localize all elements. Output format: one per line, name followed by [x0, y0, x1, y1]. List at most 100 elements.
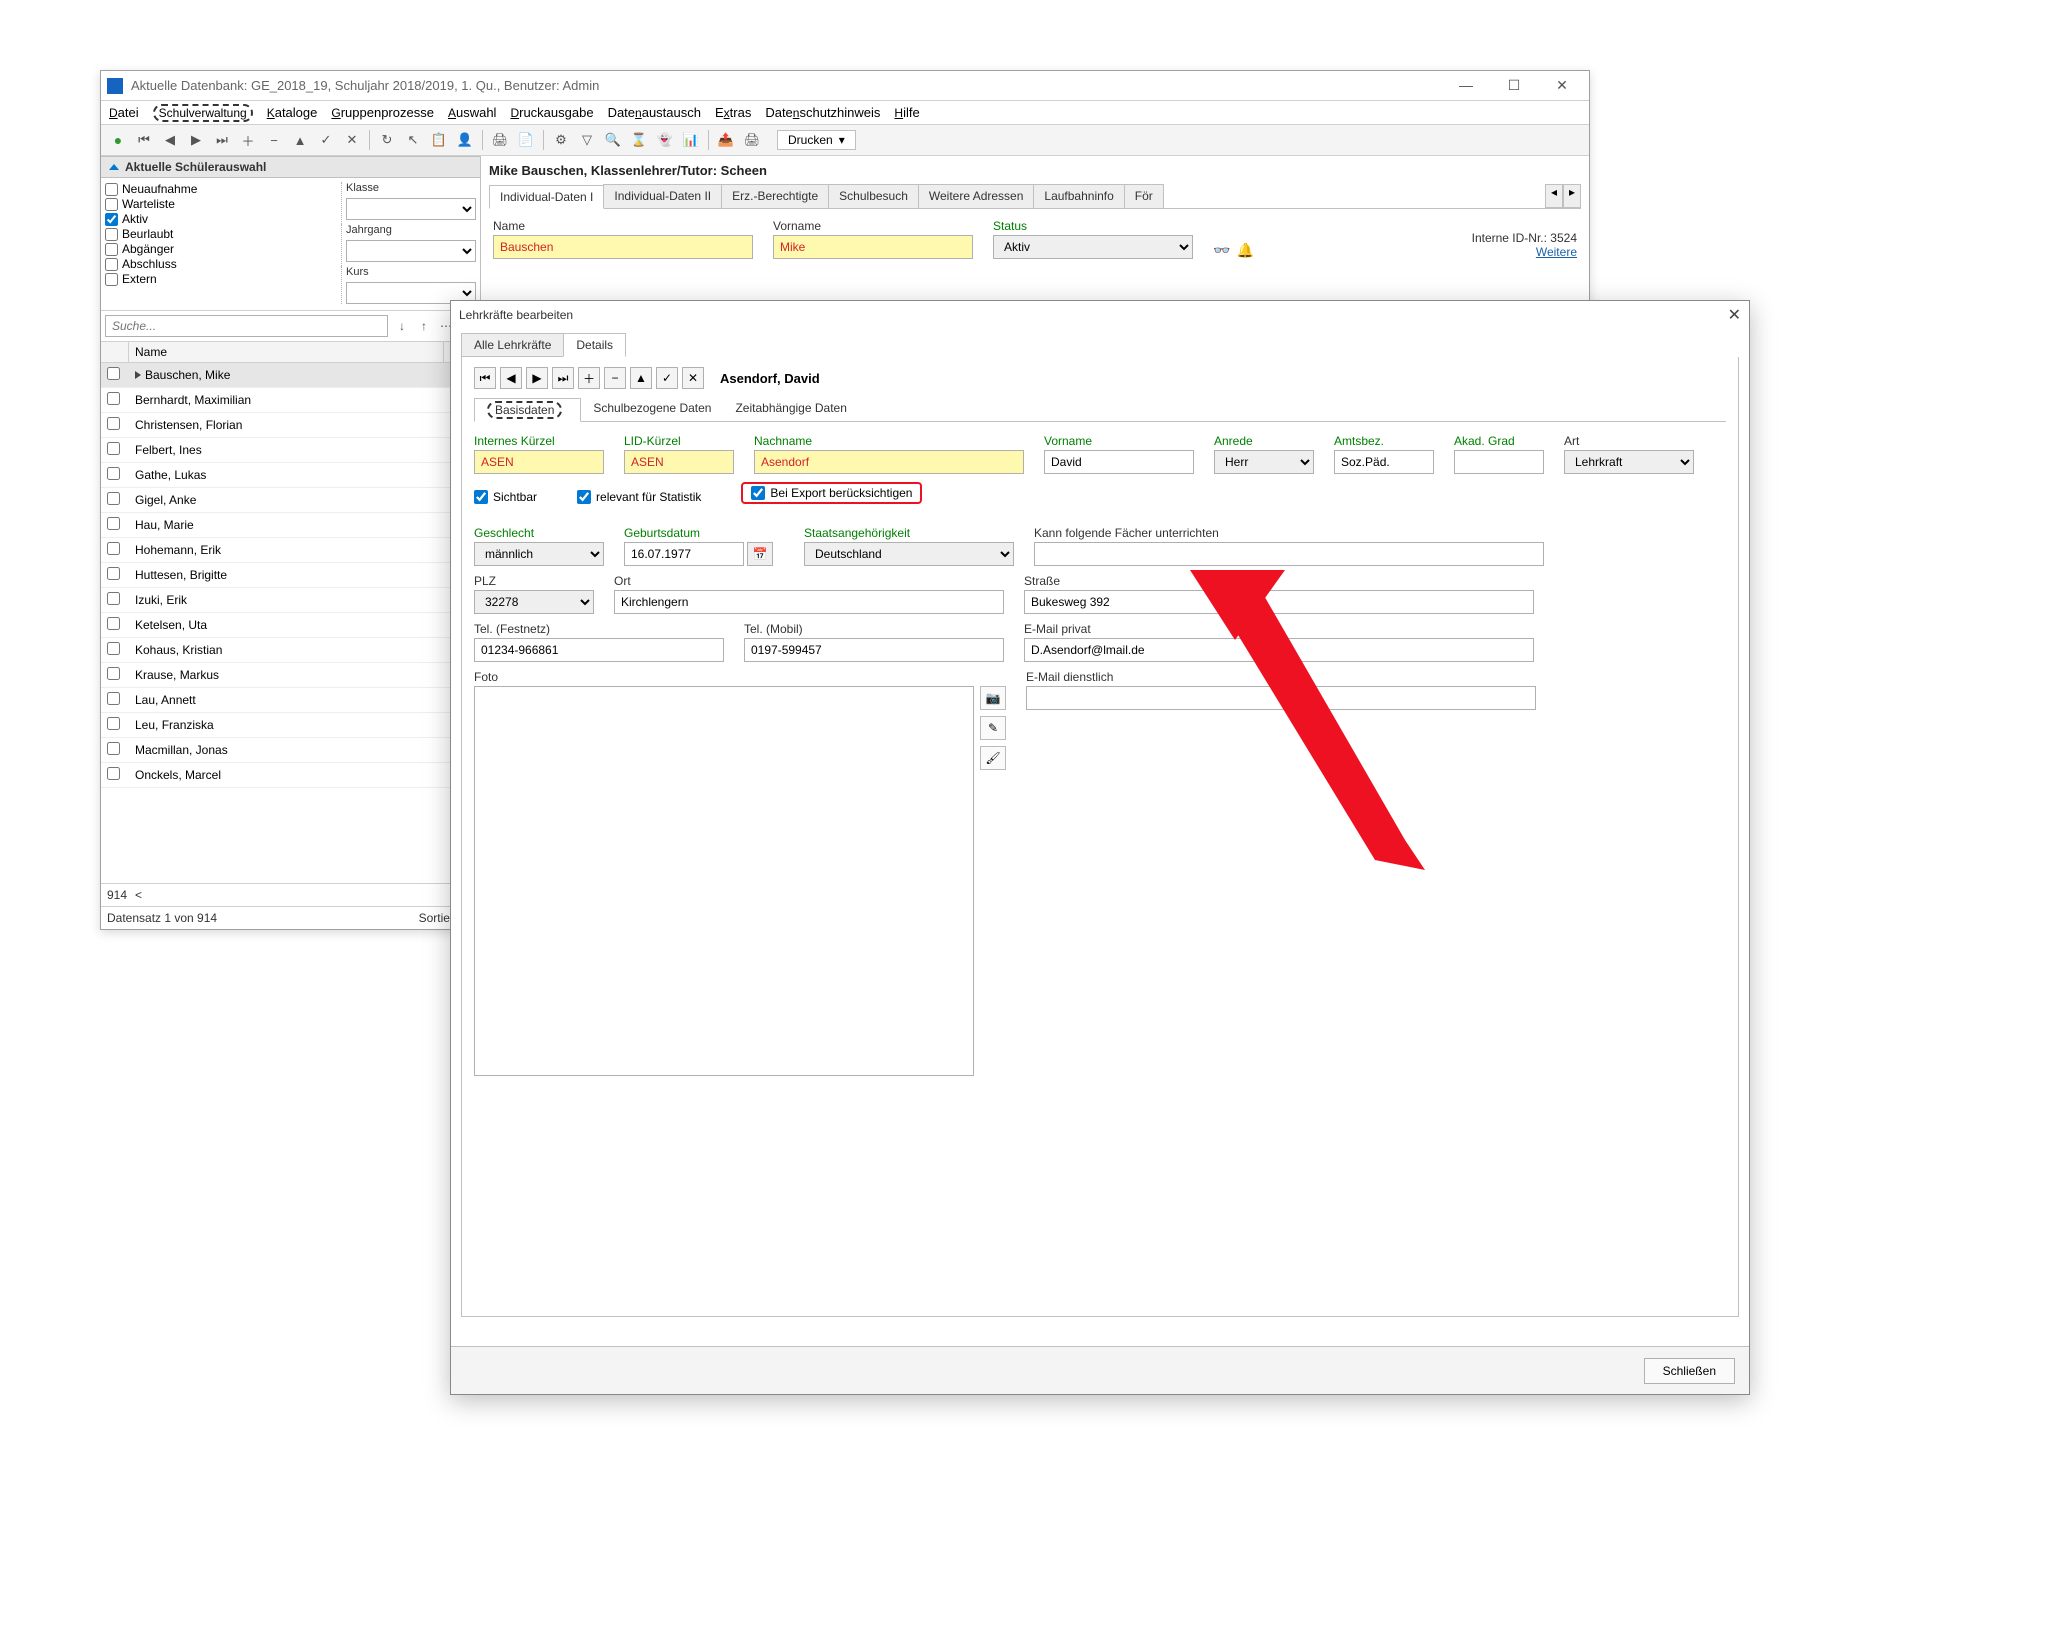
tab-schulbesuch[interactable]: Schulbesuch — [828, 184, 919, 208]
rec-next-icon[interactable]: ▶ — [526, 367, 548, 389]
tab-erzberechtigte[interactable]: Erz.-Berechtigte — [721, 184, 829, 208]
nav-first-icon[interactable]: ⏮ — [133, 129, 155, 151]
tool6-icon[interactable]: 📊 — [680, 129, 702, 151]
student-row[interactable]: Bernhardt, Maximilian1 — [101, 388, 480, 413]
student-row[interactable]: Hau, Marie1 — [101, 513, 480, 538]
find-icon[interactable]: 🔍 — [602, 129, 624, 151]
menu-datenaustausch[interactable]: Datenaustausch — [608, 105, 701, 120]
tab-individual-1[interactable]: Individual-Daten I — [489, 185, 604, 209]
filter-beurlaubt[interactable]: Beurlaubt — [105, 227, 341, 241]
input-nachname[interactable] — [754, 450, 1024, 474]
row-checkbox[interactable] — [107, 467, 120, 480]
row-checkbox[interactable] — [107, 767, 120, 780]
row-checkbox[interactable] — [107, 492, 120, 505]
menu-gruppenprozesse[interactable]: Gruppenprozesse — [331, 105, 434, 120]
select-staat[interactable]: Deutschland — [804, 542, 1014, 566]
select-plz[interactable]: 32278 — [474, 590, 594, 614]
close-button[interactable]: ✕ — [1547, 77, 1577, 94]
maximize-button[interactable]: ☐ — [1499, 77, 1529, 94]
rec-check-icon[interactable]: ✓ — [656, 367, 678, 389]
row-checkbox[interactable] — [107, 517, 120, 530]
row-checkbox[interactable] — [107, 642, 120, 655]
row-checkbox[interactable] — [107, 717, 120, 730]
menu-datenschutz[interactable]: Datenschutzhinweis — [765, 105, 880, 120]
input-geburt[interactable] — [624, 542, 744, 566]
nav-last-icon[interactable]: ⏭ — [211, 129, 233, 151]
student-row[interactable]: Ketelsen, Uta1 — [101, 613, 480, 638]
rec-last-icon[interactable]: ⏭ — [552, 367, 574, 389]
filter-extern[interactable]: Extern — [105, 272, 341, 286]
tool8-icon[interactable]: 🖨 — [741, 129, 763, 151]
foto-camera-icon[interactable]: 📷 — [980, 686, 1006, 710]
foto-brush-icon[interactable]: 🖌 — [980, 746, 1006, 770]
rec-plus-icon[interactable]: ＋ — [578, 367, 600, 389]
plus-icon[interactable]: ＋ — [237, 129, 259, 151]
select-art[interactable]: Lehrkraft — [1564, 450, 1694, 474]
row-checkbox[interactable] — [107, 392, 120, 405]
student-row[interactable]: Huttesen, Brigitte1 — [101, 563, 480, 588]
nav-prev-icon[interactable]: ◀ — [159, 129, 181, 151]
col-name-header[interactable]: Name — [129, 342, 444, 362]
input-faecher[interactable] — [1034, 542, 1544, 566]
filter-aktiv[interactable]: Aktiv — [105, 212, 341, 226]
row-checkbox[interactable] — [107, 442, 120, 455]
input-lid[interactable] — [624, 450, 734, 474]
select-geschlecht[interactable]: männlich — [474, 542, 604, 566]
sort-down-icon[interactable]: ↓ — [394, 318, 410, 334]
minimize-button[interactable]: — — [1451, 77, 1481, 94]
student-row[interactable]: Onckels, Marcel1 — [101, 763, 480, 788]
tool1-icon[interactable]: ⚙ — [550, 129, 572, 151]
cb-statistik[interactable]: relevant für Statistik — [577, 490, 701, 504]
name-input[interactable] — [493, 235, 753, 259]
input-email-dienstlich[interactable] — [1026, 686, 1536, 710]
glasses-icon[interactable]: 👓 — [1213, 242, 1230, 259]
student-row[interactable]: Felbert, Ines1 — [101, 438, 480, 463]
tab-details[interactable]: Details — [563, 333, 626, 357]
foto-edit-icon[interactable]: ✎ — [980, 716, 1006, 740]
select-anrede[interactable]: Herr — [1214, 450, 1314, 474]
menu-hilfe[interactable]: Hilfe — [894, 105, 919, 120]
print2-icon[interactable]: 📄 — [515, 129, 537, 151]
row-checkbox[interactable] — [107, 417, 120, 430]
rec-up-icon[interactable]: ▲ — [630, 367, 652, 389]
collapse-arrow-icon[interactable] — [109, 164, 119, 170]
calendar-icon[interactable]: 📅 — [747, 542, 773, 566]
vorname-input[interactable] — [773, 235, 973, 259]
row-checkbox[interactable] — [107, 592, 120, 605]
student-row[interactable]: Hohemann, Erik1 — [101, 538, 480, 563]
bell-icon[interactable]: 🔔 — [1236, 242, 1253, 259]
rec-cancel-icon[interactable]: ✕ — [682, 367, 704, 389]
input-kuerzel[interactable] — [474, 450, 604, 474]
close-button[interactable]: Schließen — [1644, 1358, 1735, 1384]
filter-warteliste[interactable]: Warteliste — [105, 197, 341, 211]
rec-first-icon[interactable]: ⏮ — [474, 367, 496, 389]
student-row[interactable]: Gigel, Anke1 — [101, 488, 480, 513]
input-email-privat[interactable] — [1024, 638, 1534, 662]
check-icon[interactable]: ✓ — [315, 129, 337, 151]
row-checkbox[interactable] — [107, 742, 120, 755]
tool5-icon[interactable]: 👻 — [654, 129, 676, 151]
print-icon[interactable]: 🖨 — [489, 129, 511, 151]
klasse-select[interactable] — [346, 198, 476, 220]
student-row[interactable]: Krause, Markus1 — [101, 663, 480, 688]
tool7-icon[interactable]: 📤 — [715, 129, 737, 151]
subtab-basisdaten[interactable]: Basisdaten — [474, 398, 581, 422]
rec-prev-icon[interactable]: ◀ — [500, 367, 522, 389]
student-row[interactable]: Macmillan, Jonas1 — [101, 738, 480, 763]
tab-scroll-right-icon[interactable]: ▸ — [1563, 184, 1581, 208]
filter-neuaufnahme[interactable]: Neuaufnahme — [105, 182, 341, 196]
menu-datei[interactable]: Datei — [109, 105, 139, 120]
input-amtsbez[interactable] — [1334, 450, 1434, 474]
student-row[interactable]: Christensen, Florian1 — [101, 413, 480, 438]
menu-extras[interactable]: Extras — [715, 105, 751, 120]
input-strasse[interactable] — [1024, 590, 1534, 614]
status-select-main[interactable]: Aktiv — [993, 235, 1193, 259]
tab-foer[interactable]: För — [1124, 184, 1164, 208]
input-grad[interactable] — [1454, 450, 1544, 474]
subtab-zeitabhaengige[interactable]: Zeitabhängige Daten — [723, 397, 858, 421]
input-festnetz[interactable] — [474, 638, 724, 662]
student-row[interactable]: Lau, Annett1 — [101, 688, 480, 713]
menu-kataloge[interactable]: Kataloge — [267, 105, 318, 120]
menu-auswahl[interactable]: Auswahl — [448, 105, 496, 120]
tab-individual-2[interactable]: Individual-Daten II — [603, 184, 722, 208]
